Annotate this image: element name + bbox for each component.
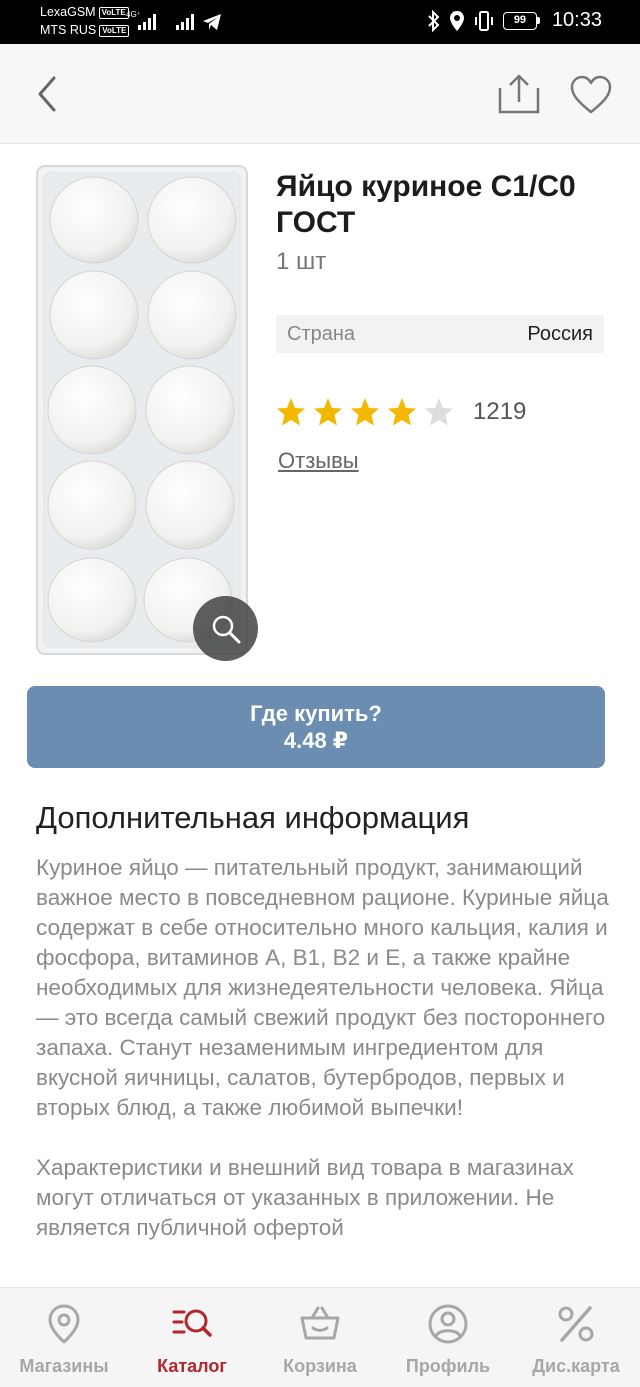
vibrate-icon bbox=[474, 10, 493, 31]
zoom-button[interactable] bbox=[193, 596, 258, 661]
map-pin-icon bbox=[48, 1304, 80, 1344]
star-filled-icon bbox=[277, 398, 305, 426]
status-bar: LexaGSM VoLTE MTS RUS VoLTE 4G⁺ 99 10:33 bbox=[0, 0, 640, 44]
nav-item-stores[interactable]: Магазины bbox=[0, 1288, 128, 1387]
bluetooth-icon bbox=[428, 9, 440, 32]
telegram-icon bbox=[203, 14, 221, 30]
profile-icon bbox=[428, 1304, 468, 1344]
carrier-2: MTS RUS VoLTE bbox=[40, 23, 130, 37]
battery-icon: 99 bbox=[502, 11, 540, 30]
product-title: Яйцо куриное С1/С0 ГОСТ bbox=[276, 170, 576, 239]
star-filled-icon bbox=[388, 398, 416, 426]
rating-count: 1219 bbox=[473, 398, 527, 425]
country-label: Страна bbox=[287, 322, 356, 345]
rating-stars bbox=[276, 397, 461, 427]
rating-row[interactable]: 1219 bbox=[276, 397, 526, 427]
bottom-nav: Магазины Каталог Корзина Профиль Дис.кар… bbox=[0, 1287, 640, 1387]
clock: 10:33 bbox=[551, 9, 602, 31]
top-bar bbox=[0, 44, 640, 144]
egg-carton-image bbox=[36, 165, 248, 655]
info-text: Куриное яйцо — питательный продукт, зани… bbox=[36, 853, 611, 1243]
info-paragraph-1: Куриное яйцо — питательный продукт, зани… bbox=[36, 855, 609, 1120]
status-right: 99 10:33 bbox=[427, 9, 602, 32]
percent-icon bbox=[558, 1306, 594, 1342]
star-empty-icon bbox=[425, 398, 453, 426]
star-filled-icon bbox=[351, 398, 379, 426]
chevron-left-icon bbox=[38, 76, 56, 112]
location-icon bbox=[449, 10, 464, 31]
nav-item-catalog[interactable]: Каталог bbox=[128, 1288, 256, 1387]
volte-badge-2: VoLTE bbox=[99, 24, 130, 37]
nav-label-catalog: Каталог bbox=[157, 1356, 227, 1376]
catalog-search-icon bbox=[172, 1309, 212, 1337]
where-to-buy-button[interactable]: Где купить? 4.48 ₽ bbox=[27, 686, 605, 768]
share-button[interactable] bbox=[494, 70, 544, 118]
carrier-2-name: MTS RUS bbox=[40, 23, 97, 37]
price: 4.48 ₽ bbox=[283, 728, 349, 753]
product-image[interactable] bbox=[36, 165, 248, 655]
nav-item-discount-card[interactable]: Дис.карта bbox=[512, 1288, 640, 1387]
signal-icon-2 bbox=[176, 12, 194, 30]
reviews-link[interactable]: Отзывы bbox=[278, 448, 359, 474]
heart-icon bbox=[570, 75, 612, 114]
nav-item-cart[interactable]: Корзина bbox=[256, 1288, 384, 1387]
volte-badge: VoLTE bbox=[98, 6, 129, 19]
star-filled-icon bbox=[314, 398, 342, 426]
nav-item-profile[interactable]: Профиль bbox=[384, 1288, 512, 1387]
back-button[interactable] bbox=[26, 68, 70, 120]
battery-level: 99 bbox=[502, 11, 537, 30]
share-icon bbox=[498, 74, 540, 114]
nav-label-cart: Корзина bbox=[283, 1356, 357, 1376]
basket-icon bbox=[300, 1306, 340, 1340]
carrier-1-name: LexaGSM bbox=[40, 5, 96, 19]
signal-icon-1 bbox=[138, 12, 156, 30]
carrier-1: LexaGSM VoLTE bbox=[40, 5, 129, 19]
country-row: Страна Россия bbox=[276, 315, 604, 353]
nav-label-stores: Магазины bbox=[19, 1356, 109, 1376]
product-unit: 1 шт bbox=[276, 248, 327, 275]
magnifier-icon bbox=[212, 615, 240, 643]
where-to-buy-label: Где купить? bbox=[250, 701, 382, 726]
info-heading: Дополнительная информация bbox=[36, 800, 470, 835]
favorite-button[interactable] bbox=[566, 70, 616, 118]
nav-label-discount-card: Дис.карта bbox=[532, 1356, 620, 1376]
info-paragraph-2: Характеристики и внешний вид товара в ма… bbox=[36, 1155, 574, 1240]
nav-label-profile: Профиль bbox=[405, 1356, 491, 1376]
country-value: Россия bbox=[527, 322, 593, 345]
